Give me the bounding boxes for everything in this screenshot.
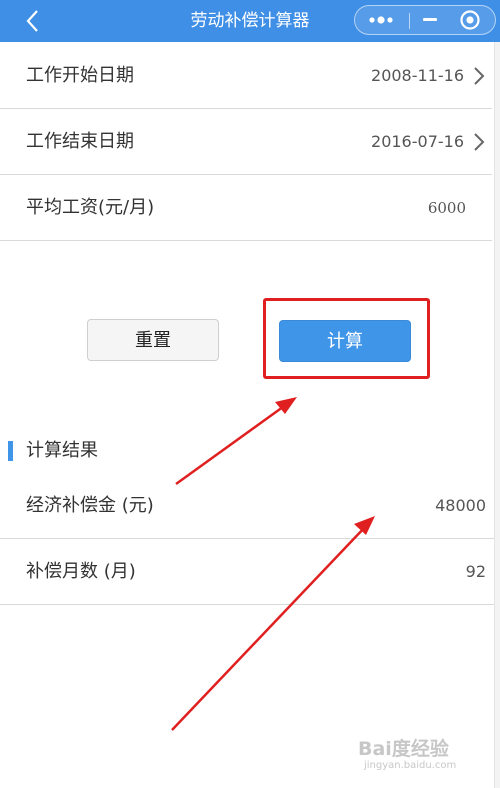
scrollbar-track[interactable] [494,42,500,788]
back-chevron-icon[interactable] [22,6,46,36]
navigation-bar: 劳动补偿计算器 [0,0,500,42]
page-title: 劳动补偿计算器 [190,11,310,31]
start-date-label: 工作开始日期 [26,65,134,86]
section-accent-bar [8,441,13,461]
start-date-value: 2008-11-16 [371,66,464,85]
annotation-arrow-to-calculate [175,397,297,486]
compensation-months-row: 补偿月数 (月) 92 [0,539,500,605]
compensation-months-value: 92 [465,562,486,581]
compensation-months-label: 补偿月数 (月) [26,561,136,582]
result-divider [0,604,500,605]
end-date-row[interactable]: 工作结束日期 2016-07-16 [0,109,492,175]
salary-input[interactable]: 6000 [428,175,466,241]
end-date-value: 2016-07-16 [371,132,464,151]
result-section-title: 计算结果 [26,440,98,461]
chevron-right-icon [472,132,486,152]
start-date-row[interactable]: 工作开始日期 2008-11-16 [0,43,492,109]
watermark-url: jingyan.baidu.com [364,760,457,771]
salary-row[interactable]: 平均工资(元/月) 6000 [0,175,492,241]
reset-button[interactable]: 重置 [87,319,219,361]
compensation-amount-value: 48000 [435,496,486,515]
compensation-amount-row: 经济补偿金 (元) 48000 [0,473,500,539]
minimize-icon[interactable] [415,6,445,34]
capsule-divider [409,13,410,29]
chevron-right-icon [472,66,486,86]
compensation-amount-label: 经济补偿金 (元) [26,495,154,516]
more-dots-icon[interactable] [363,6,399,34]
end-date-label: 工作结束日期 [26,131,134,152]
annotation-highlight-box [263,298,430,379]
target-close-icon[interactable] [453,6,487,34]
capsule-menu [354,5,496,35]
watermark-brand: Bai度经验 [358,738,449,760]
baidu-jingyan-watermark: Bai度经验 jingyan.baidu.com [358,734,488,778]
salary-label: 平均工资(元/月) [26,197,155,218]
